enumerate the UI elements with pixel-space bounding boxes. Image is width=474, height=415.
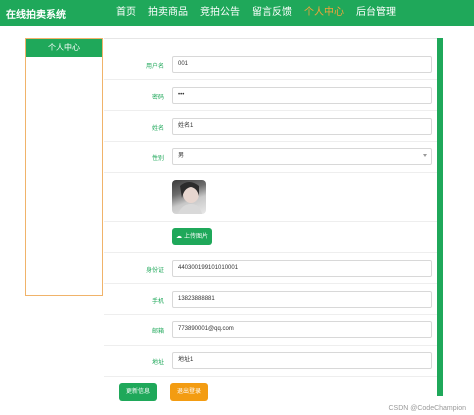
row-divider (104, 110, 440, 111)
row-divider (104, 172, 440, 173)
password-field[interactable]: ••• (172, 87, 432, 104)
row-divider (104, 252, 440, 253)
phone-field[interactable]: 13823888881 (172, 291, 432, 308)
profile-form: 用户名 001 密码 ••• 姓名 姓名1 性别 男 ☁ 上传图片 身份证 44… (104, 38, 440, 411)
phone-label: 手机 (151, 298, 164, 305)
address-field[interactable]: 地址1 (172, 352, 432, 369)
app-title: 在线拍卖系统 (6, 10, 66, 21)
row-divider (104, 283, 440, 284)
name-label: 姓名 (151, 125, 164, 132)
nav-item-announcements[interactable]: 竞拍公告 (194, 0, 246, 26)
top-navbar: 在线拍卖系统 首页 拍卖商品 竞拍公告 留言反馈 个人中心 后台管理 (0, 0, 474, 26)
nav-item-auction-items[interactable]: 拍卖商品 (142, 0, 194, 26)
row-divider (104, 345, 440, 346)
nav-item-feedback[interactable]: 留言反馈 (246, 0, 298, 26)
id-card-field[interactable]: 440300199101010001 (172, 260, 432, 277)
sidebar: 个人中心 (25, 38, 103, 296)
gender-label: 性别 (151, 155, 164, 162)
row-divider (104, 376, 440, 377)
password-label: 密码 (151, 94, 164, 101)
nav-item-home[interactable]: 首页 (110, 0, 142, 26)
main-nav: 首页 拍卖商品 竞拍公告 留言反馈 个人中心 后台管理 (110, 0, 402, 26)
address-label: 地址 (151, 359, 164, 366)
nav-item-admin[interactable]: 后台管理 (350, 0, 402, 26)
gender-select[interactable]: 男 (172, 148, 432, 165)
row-divider (104, 141, 440, 142)
username-field[interactable]: 001 (172, 56, 432, 73)
panel-accent-strip (437, 38, 443, 396)
nav-item-personal-center[interactable]: 个人中心 (298, 0, 350, 26)
email-field[interactable]: 773890001@qq.com (172, 321, 432, 338)
update-info-button[interactable]: 更新信息 (119, 383, 157, 401)
row-divider (104, 221, 440, 222)
watermark: CSDN @CodeChampion (388, 405, 466, 412)
id-card-label: 身份证 (145, 267, 164, 274)
logout-button[interactable]: 退出登录 (170, 383, 208, 401)
avatar-photo-icon (178, 182, 202, 214)
gender-value: 男 (178, 153, 185, 159)
upload-image-button[interactable]: ☁ 上传图片 (172, 228, 212, 245)
sidebar-title[interactable]: 个人中心 (26, 39, 102, 57)
name-field[interactable]: 姓名1 (172, 118, 432, 135)
chevron-down-icon (423, 154, 427, 157)
upload-label: 上传图片 (183, 233, 208, 240)
row-divider (104, 79, 440, 80)
avatar-image (172, 180, 206, 214)
row-divider (104, 314, 440, 315)
cloud-upload-icon: ☁ (176, 233, 183, 240)
username-label: 用户名 (145, 63, 164, 70)
email-label: 邮箱 (151, 328, 164, 335)
